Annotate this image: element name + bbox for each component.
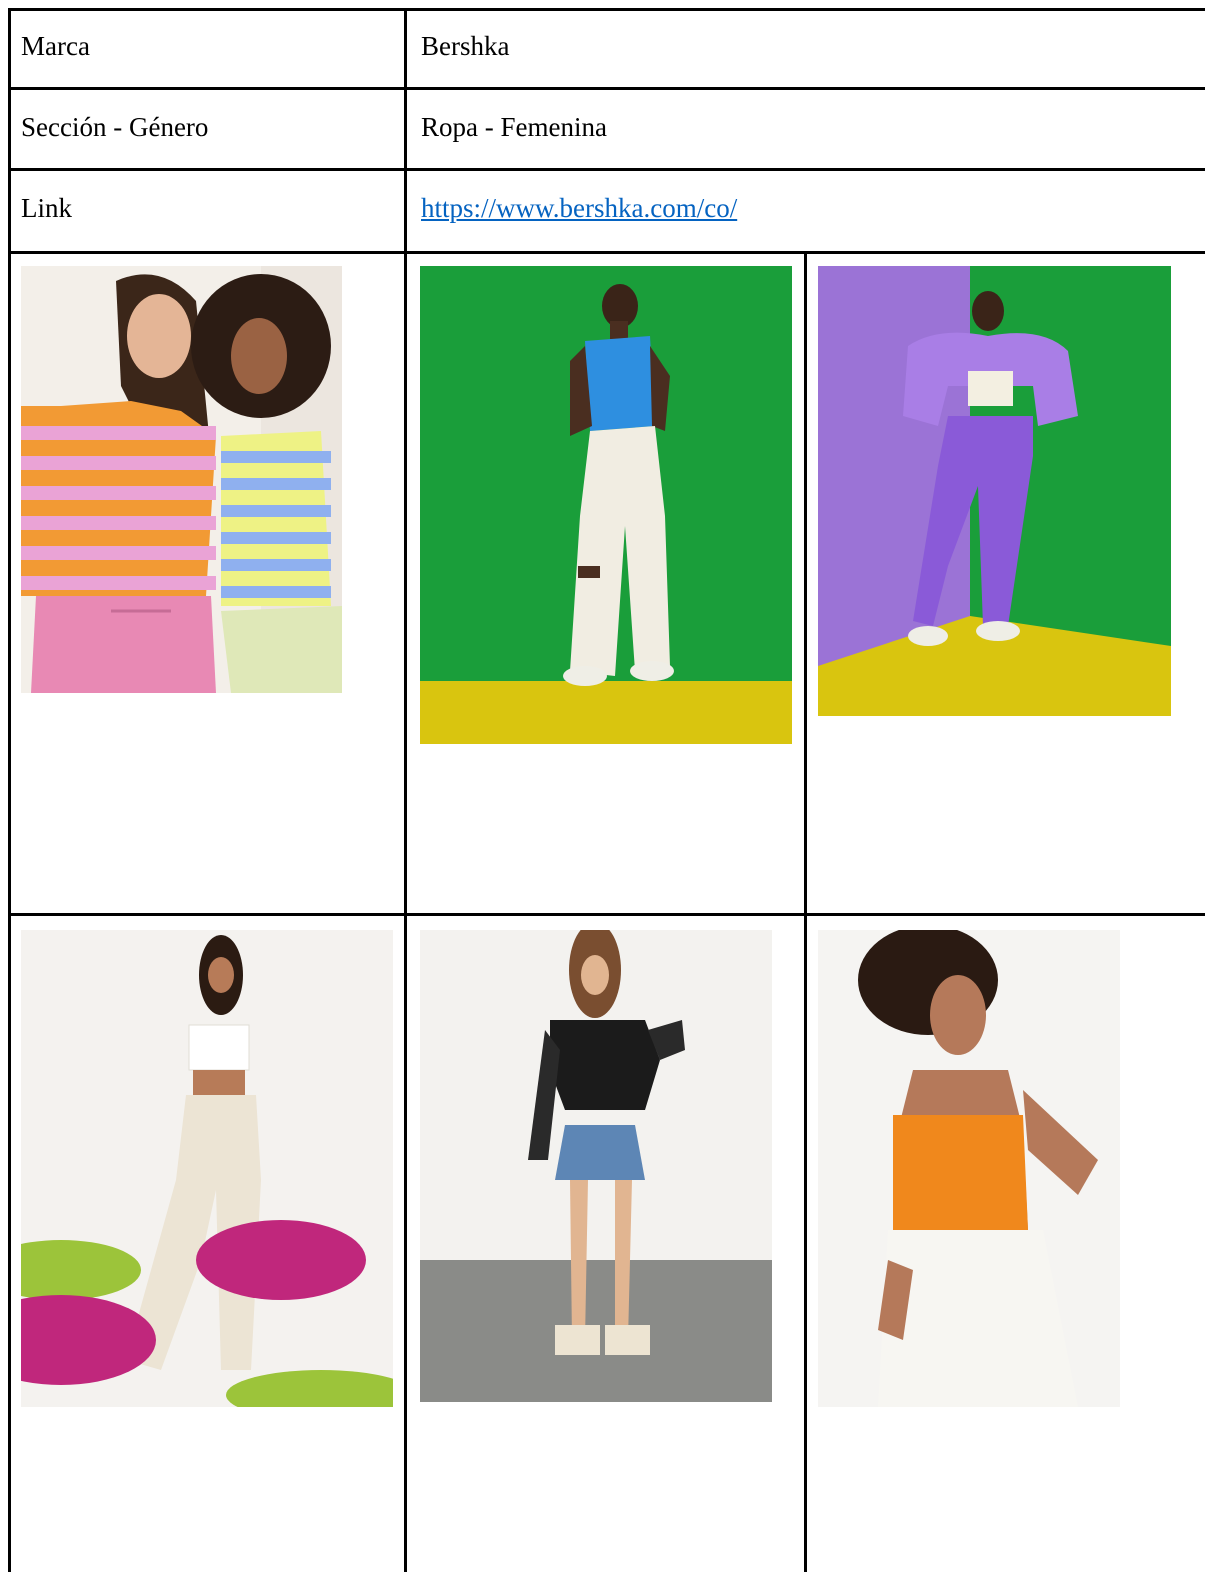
- table-divider-col2: [804, 252, 807, 1572]
- table-border-top: [8, 8, 1205, 11]
- table-divider-col1: [404, 8, 407, 1572]
- table-row-divider-1: [8, 87, 1205, 90]
- value-seccion-genero: Ropa - Femenina: [421, 112, 607, 142]
- label-marca: Marca: [21, 31, 90, 61]
- photo-black-blouse-denim-skirt: [420, 930, 772, 1402]
- photo-white-top-beige-trousers: [21, 930, 393, 1407]
- label-link: Link: [21, 193, 72, 223]
- table-row-divider-4: [8, 913, 1205, 916]
- photo-striped-sweaters: [21, 266, 342, 693]
- table-row-divider-2: [8, 168, 1205, 171]
- value-marca: Bershka: [421, 31, 510, 61]
- store-link[interactable]: https://www.bershka.com/co/: [421, 192, 737, 224]
- photo-purple-denim-set: [818, 266, 1171, 716]
- label-seccion-genero: Sección - Género: [21, 112, 209, 142]
- table-border-left: [8, 8, 11, 1572]
- photo-orange-top-white-jeans: [818, 930, 1120, 1407]
- photo-blue-top-white-jeans: [420, 266, 792, 744]
- table-row-divider-3: [8, 251, 1205, 254]
